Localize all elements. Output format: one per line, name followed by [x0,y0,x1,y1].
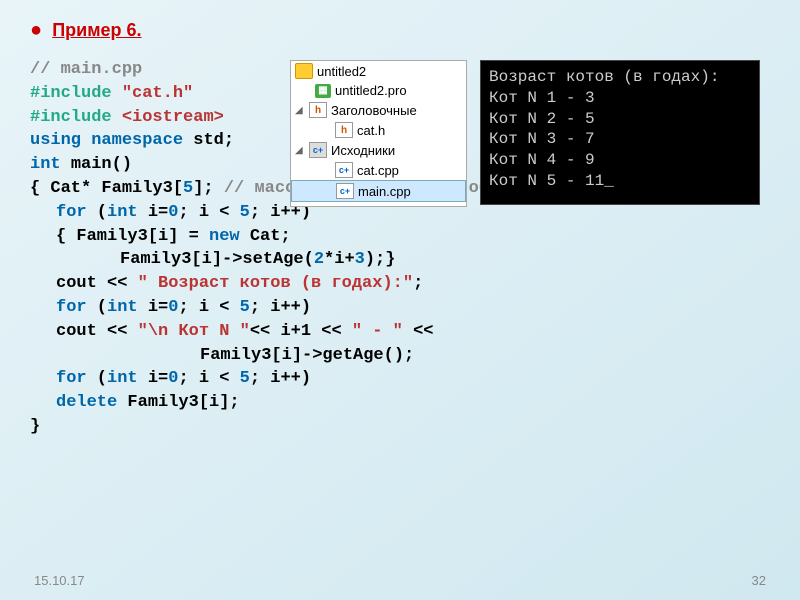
console-line: Кот N 3 - 7 [489,129,751,150]
set-age: Family3[i]->setAge(2*i+3);} [120,248,770,272]
cpp-file-icon: c+ [335,162,353,178]
folder-icon [295,63,313,79]
footer-page-number: 32 [752,573,766,588]
header-folder-icon: h [309,102,327,118]
tree-item-pro[interactable]: ▦ untitled2.pro [291,81,466,100]
slide-title: Пример 6. [52,20,141,40]
slide-container: ● Пример 6. // main.cpp #include "cat.h"… [0,0,800,600]
expander-icon: ◢ [295,105,305,116]
tree-item-main-cpp[interactable]: c+ main.cpp [291,180,466,202]
bullet-icon: ● [30,20,42,43]
tree-label: untitled2.pro [335,83,407,98]
pro-file-icon: ▦ [315,84,331,98]
for-loop-2: for (int i=0; i < 5; i++) [56,296,770,320]
cout-header: cout << " Возраст котов (в годах):"; [56,272,770,296]
console-output: Возраст котов (в годах): Кот N 1 - 3 Кот… [480,60,760,205]
tree-label: Исходники [331,143,395,158]
title-line: ● Пример 6. [30,20,770,43]
delete-line: delete Family3[i]; [56,391,770,415]
console-line: Кот N 4 - 9 [489,150,751,171]
tree-label: untitled2 [317,64,366,79]
tree-label: Заголовочные [331,103,417,118]
get-age: Family3[i]->getAge(); [200,344,770,368]
footer-date: 15.10.17 [34,573,85,588]
for-loop-3: for (int i=0; i < 5; i++) [56,367,770,391]
project-tree: untitled2 ▦ untitled2.pro ◢ h Заголовочн… [290,60,467,207]
console-line: Кот N 2 - 5 [489,109,751,130]
console-line: Кот N 5 - 11_ [489,171,751,192]
tree-label: main.cpp [358,184,411,199]
tree-label: cat.h [357,123,385,138]
console-line: Возраст котов (в годах): [489,67,751,88]
header-file-icon: h [335,122,353,138]
tree-item-sources[interactable]: ◢ c+ Исходники [291,140,466,160]
cout-line: cout << "\n Кот N "<< i+1 << " - " << [56,320,770,344]
cpp-file-icon: c+ [336,183,354,199]
tree-label: cat.cpp [357,163,399,178]
console-line: Кот N 1 - 3 [489,88,751,109]
tree-item-headers[interactable]: ◢ h Заголовочные [291,100,466,120]
tree-item-cat-h[interactable]: h cat.h [291,120,466,140]
expander-icon: ◢ [295,145,305,156]
source-folder-icon: c+ [309,142,327,158]
tree-root[interactable]: untitled2 [291,61,466,81]
tree-item-cat-cpp[interactable]: c+ cat.cpp [291,160,466,180]
close-brace: } [30,415,770,439]
new-cat: { Family3[i] = new Cat; [56,225,770,249]
